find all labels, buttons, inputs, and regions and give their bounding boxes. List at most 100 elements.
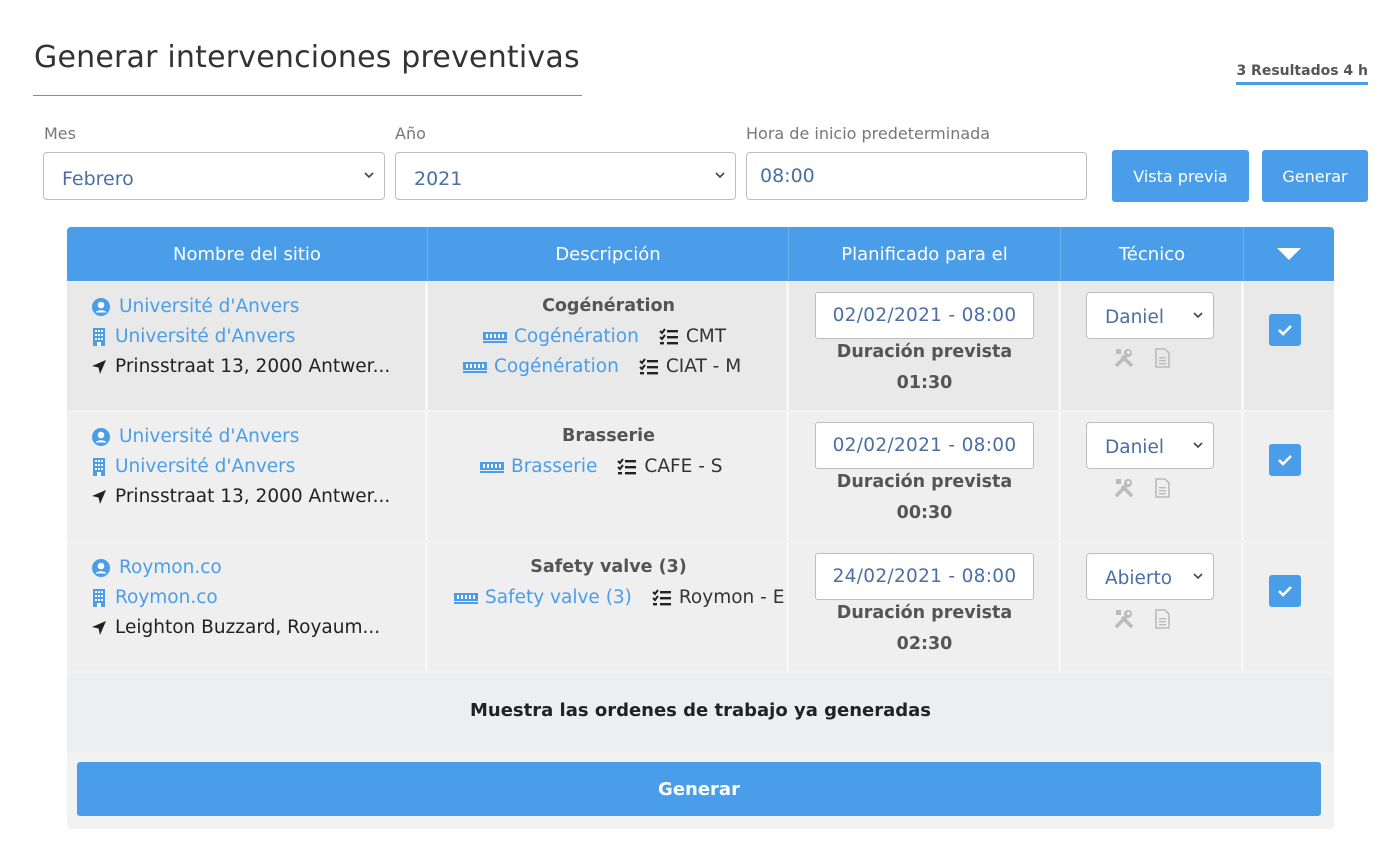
planned-cell: 24/02/2021 - 08:00 Duración prevista 02:… bbox=[789, 543, 1061, 671]
equipment-icon bbox=[453, 591, 479, 605]
equipment-icon bbox=[479, 460, 505, 474]
technician-select[interactable]: Abierto bbox=[1086, 553, 1214, 600]
document-icon[interactable] bbox=[1151, 477, 1173, 499]
equipment-icon bbox=[462, 360, 488, 374]
results-badge: 3 Resultados 4 h bbox=[1236, 63, 1368, 85]
generate-bottom-button[interactable]: Generar bbox=[77, 762, 1321, 816]
site-cell: Université d'Anvers Université d'Anvers … bbox=[67, 412, 428, 540]
planned-date-input[interactable]: 24/02/2021 - 08:00 bbox=[815, 553, 1034, 600]
technician-cell: Daniel bbox=[1061, 412, 1244, 540]
month-select-value: Febrero bbox=[62, 168, 134, 190]
planned-cell: 02/02/2021 - 08:00 Duración prevista 01:… bbox=[789, 282, 1061, 410]
site-name: Université d'Anvers bbox=[115, 456, 296, 477]
user-circle-icon bbox=[91, 558, 111, 578]
technician-value: Daniel bbox=[1105, 307, 1164, 328]
description-title: Brasserie bbox=[562, 426, 655, 446]
planned-cell: 02/02/2021 - 08:00 Duración prevista 00:… bbox=[789, 412, 1061, 540]
planned-date-input[interactable]: 02/02/2021 - 08:00 bbox=[815, 422, 1034, 469]
tools-icon[interactable] bbox=[1113, 347, 1135, 369]
document-icon[interactable] bbox=[1151, 608, 1173, 630]
checklist-icon bbox=[639, 357, 659, 376]
year-label: Año bbox=[395, 124, 426, 143]
duration-value: 02:30 bbox=[896, 634, 953, 654]
duration-value: 00:30 bbox=[896, 503, 953, 523]
table-row: Roymon.co Roymon.co Leighton Buzzard, Ro… bbox=[67, 543, 1334, 671]
client-name: Université d'Anvers bbox=[119, 426, 300, 447]
technician-value: Abierto bbox=[1105, 568, 1173, 589]
select-cell bbox=[1244, 412, 1334, 540]
header-site-name: Nombre del sitio bbox=[67, 227, 428, 281]
technician-select[interactable]: Daniel bbox=[1086, 422, 1214, 469]
user-circle-icon bbox=[91, 297, 111, 317]
equipment-icon bbox=[482, 330, 508, 344]
description-title: Cogénération bbox=[542, 296, 675, 316]
duration-value: 01:30 bbox=[896, 373, 953, 393]
duration-label: Duración prevista bbox=[836, 472, 1013, 492]
row-checkbox[interactable] bbox=[1269, 444, 1301, 476]
technician-cell: Abierto bbox=[1061, 543, 1244, 671]
tools-icon[interactable] bbox=[1113, 608, 1135, 630]
equipment-name: Cogénération bbox=[494, 356, 619, 377]
year-select-value: 2021 bbox=[414, 168, 463, 190]
equipment-line[interactable]: Cogénération CIAT - M bbox=[462, 356, 741, 377]
site-line[interactable]: Université d'Anvers bbox=[91, 456, 295, 477]
checklist-icon bbox=[659, 327, 679, 346]
start-time-input[interactable]: 08:00 bbox=[746, 152, 1087, 200]
checklist-name: CAFE - S bbox=[644, 456, 723, 477]
check-icon bbox=[1278, 586, 1292, 597]
site-cell: Roymon.co Roymon.co Leighton Buzzard, Ro… bbox=[67, 543, 428, 671]
select-cell bbox=[1244, 282, 1334, 410]
user-circle-icon bbox=[91, 427, 111, 447]
description-cell: Brasserie Brasserie CAFE - S bbox=[428, 412, 789, 540]
page-title: Generar intervenciones preventivas bbox=[34, 40, 580, 75]
table-row: Université d'Anvers Université d'Anvers … bbox=[67, 282, 1334, 410]
title-underline bbox=[33, 95, 582, 96]
technician-select[interactable]: Daniel bbox=[1086, 292, 1214, 339]
site-name: Roymon.co bbox=[115, 587, 218, 608]
building-icon bbox=[91, 327, 107, 347]
header-technician: Técnico bbox=[1061, 227, 1244, 281]
client-name: Université d'Anvers bbox=[119, 296, 300, 317]
equipment-line[interactable]: Cogénération CMT bbox=[482, 326, 726, 347]
location-arrow-icon bbox=[91, 618, 107, 638]
checklist-name: CMT bbox=[685, 326, 727, 347]
document-icon[interactable] bbox=[1151, 347, 1173, 369]
address-text: Leighton Buzzard, Royaum... bbox=[115, 617, 381, 638]
row-checkbox[interactable] bbox=[1269, 314, 1301, 346]
chevron-down-icon bbox=[1193, 573, 1203, 580]
preview-button[interactable]: Vista previa bbox=[1112, 150, 1249, 202]
show-generated-link[interactable]: Muestra las ordenes de trabajo ya genera… bbox=[67, 700, 1334, 721]
site-cell: Université d'Anvers Université d'Anvers … bbox=[67, 282, 428, 410]
site-line[interactable]: Roymon.co bbox=[91, 587, 218, 608]
start-time-value: 08:00 bbox=[760, 165, 815, 187]
generate-button[interactable]: Generar bbox=[1262, 150, 1368, 202]
client-line[interactable]: Université d'Anvers bbox=[91, 426, 299, 447]
table-header: Nombre del sitio Descripción Planificado… bbox=[67, 227, 1334, 281]
show-generated-row[interactable]: Muestra las ordenes de trabajo ya genera… bbox=[67, 674, 1334, 752]
client-line[interactable]: Université d'Anvers bbox=[91, 296, 299, 317]
month-label: Mes bbox=[44, 124, 76, 143]
year-select[interactable]: 2021 bbox=[395, 152, 736, 200]
start-time-label: Hora de inicio predeterminada bbox=[746, 124, 991, 143]
planned-date-input[interactable]: 02/02/2021 - 08:00 bbox=[815, 292, 1034, 339]
address-line: Leighton Buzzard, Royaum... bbox=[91, 617, 380, 638]
equipment-line[interactable]: Brasserie CAFE - S bbox=[479, 456, 723, 477]
row-checkbox[interactable] bbox=[1269, 575, 1301, 607]
tools-icon[interactable] bbox=[1113, 477, 1135, 499]
site-name: Université d'Anvers bbox=[115, 326, 296, 347]
month-select[interactable]: Febrero bbox=[43, 152, 385, 200]
address-line: Prinsstraat 13, 2000 Antwer... bbox=[91, 356, 390, 377]
site-line[interactable]: Université d'Anvers bbox=[91, 326, 295, 347]
equipment-line[interactable]: Safety valve (3) Roymon - E bbox=[453, 587, 784, 608]
check-icon bbox=[1278, 325, 1292, 336]
check-icon bbox=[1278, 455, 1292, 466]
chevron-down-icon bbox=[1193, 312, 1203, 319]
building-icon bbox=[91, 588, 107, 608]
checklist-name: CIAT - M bbox=[665, 356, 742, 377]
header-toggle-all[interactable] bbox=[1244, 227, 1334, 281]
client-line[interactable]: Roymon.co bbox=[91, 557, 222, 578]
description-cell: Cogénération Cogénération CMT Cogénérati… bbox=[428, 282, 789, 410]
address-text: Prinsstraat 13, 2000 Antwer... bbox=[115, 486, 391, 507]
table-row: Université d'Anvers Université d'Anvers … bbox=[67, 412, 1334, 540]
caret-down-icon bbox=[1277, 248, 1301, 260]
